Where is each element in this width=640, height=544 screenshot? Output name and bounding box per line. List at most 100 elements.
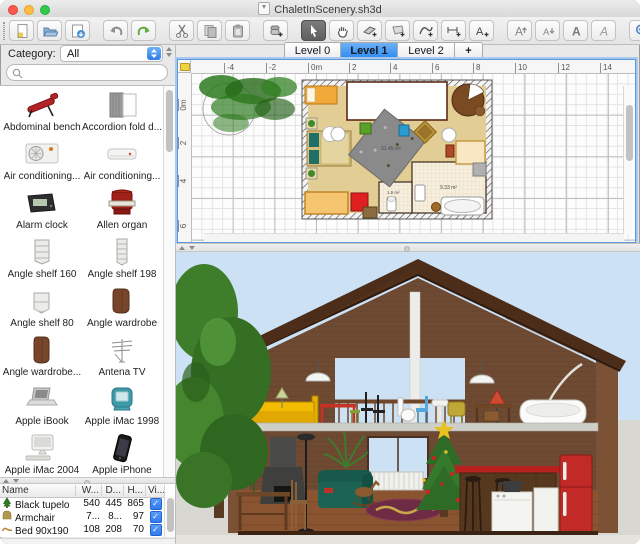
paste-button[interactable] — [225, 20, 250, 41]
enlarge-text-button[interactable]: A — [507, 20, 532, 41]
search-field[interactable] — [6, 64, 168, 81]
zoom-in-button[interactable] — [629, 20, 640, 41]
pan-tool-button[interactable] — [329, 20, 354, 41]
category-select[interactable]: All — [60, 45, 163, 62]
create-dimensions-button[interactable] — [441, 20, 466, 41]
create-walls-button[interactable] — [357, 20, 382, 41]
floor-plan-drawing: 31.45 m² 9.33 m² 1.9 m² — [191, 73, 624, 233]
floor-slab — [238, 423, 598, 431]
plan-canvas[interactable]: 31.45 m² 9.33 m² 1.9 m² — [191, 73, 635, 242]
3d-view[interactable] — [176, 252, 640, 544]
svg-text:A: A — [572, 24, 581, 38]
table-scrollbar-thumb[interactable] — [167, 498, 174, 532]
plan-indicator-icon — [180, 63, 190, 71]
table-row[interactable]: Black tupelo 540 445 865 ✓ — [0, 497, 165, 510]
splitter-up-icon[interactable] — [179, 246, 185, 250]
plan-view[interactable]: -4 -2 0m 2 4 6 8 10 12 14 0m 2 4 6 — [177, 59, 636, 243]
catalog-table-splitter[interactable] — [0, 477, 175, 484]
table-row[interactable]: Bed 90x190 108 208 70 ✓ — [0, 523, 165, 536]
col-visible[interactable]: Vi... — [146, 485, 165, 496]
cabinet — [534, 488, 558, 533]
cut-button[interactable] — [169, 20, 194, 41]
angle-shelf-icon — [20, 237, 64, 267]
catalog-item[interactable]: Air conditioning... — [82, 137, 162, 186]
angle-wardrobe-icon — [100, 286, 144, 316]
add-text-button[interactable]: A — [469, 20, 494, 41]
catalog-item[interactable]: Angle wardrobe — [82, 284, 162, 333]
title-bar: ChaletInScenery.sh3d — [0, 0, 640, 18]
catalog-scrollbar[interactable] — [163, 86, 175, 478]
new-document-button[interactable] — [9, 20, 34, 41]
save-button[interactable] — [65, 20, 90, 41]
catalog-item[interactable]: Angle shelf 198 — [82, 235, 162, 284]
app-window: ChaletInScenery.sh3d A — [0, 0, 640, 544]
reduce-text-button[interactable]: A — [535, 20, 560, 41]
visible-checkbox[interactable]: ✓ — [150, 524, 162, 536]
redo-button[interactable] — [131, 20, 156, 41]
level-tabs: Level 0 Level 1 Level 2 + — [284, 42, 483, 59]
plan-horizontal-scrollbar[interactable] — [204, 233, 624, 242]
table-row[interactable]: Armchair 7... 8... 97 ✓ — [0, 510, 165, 523]
toolbar-drag-handle[interactable] — [3, 22, 5, 40]
select-tool-button[interactable] — [301, 20, 326, 41]
crt-imac-icon — [100, 384, 144, 414]
tab-level-0[interactable]: Level 0 — [284, 42, 341, 59]
catalog-item[interactable]: Accordion fold d... — [82, 88, 162, 137]
splitter-up-icon[interactable] — [3, 479, 9, 483]
tab-level-1[interactable]: Level 1 — [341, 42, 398, 59]
organ-icon — [100, 188, 144, 218]
splitter-down-icon[interactable] — [13, 479, 19, 483]
undo-button[interactable] — [103, 20, 128, 41]
italic-icon: A — [596, 23, 612, 39]
catalog-item[interactable]: Angle wardrobe... — [2, 333, 82, 382]
plan-bathtub — [441, 197, 484, 215]
plan-scrollbar[interactable] — [623, 86, 635, 234]
col-depth[interactable]: D... — [102, 485, 124, 496]
plan-3d-splitter[interactable] — [176, 243, 640, 252]
create-rooms-button[interactable] — [385, 20, 410, 41]
catalog-item[interactable]: Air conditioning... — [2, 137, 82, 186]
catalog-item[interactable]: Apple iMac 1998 — [82, 382, 162, 431]
add-furniture-icon — [268, 23, 284, 39]
italic-button[interactable]: A — [591, 20, 616, 41]
svg-text:A: A — [599, 24, 608, 38]
tab-level-2[interactable]: Level 2 — [398, 42, 455, 59]
category-row: Category: All — [0, 45, 175, 63]
table-scrollbar[interactable] — [164, 497, 175, 537]
catalog-item[interactable]: Apple iPhone — [82, 431, 162, 479]
catalog-scrollbar-thumb[interactable] — [166, 90, 173, 152]
svg-text:A: A — [515, 24, 523, 38]
open-button[interactable] — [37, 20, 62, 41]
catalog-item[interactable]: Antena TV — [82, 333, 162, 382]
svg-text:A: A — [543, 27, 550, 38]
bold-button[interactable]: A — [563, 20, 588, 41]
plan-scrollbar-thumb[interactable] — [626, 105, 633, 161]
fridge — [560, 455, 592, 533]
catalog-item[interactable]: Abdominal bench — [2, 88, 82, 137]
col-width[interactable]: W... — [76, 485, 102, 496]
accordion-door-icon — [100, 90, 144, 120]
catalog-item[interactable]: Angle shelf 160 — [2, 235, 82, 284]
add-level-tab[interactable]: + — [455, 42, 483, 59]
add-furniture-button[interactable] — [263, 20, 288, 41]
pane-collapse-arrows[interactable] — [166, 45, 174, 61]
catalog-item[interactable]: Alarm clock — [2, 186, 82, 235]
visible-checkbox[interactable]: ✓ — [150, 498, 162, 510]
copy-icon — [202, 23, 218, 39]
visible-checkbox[interactable]: ✓ — [150, 511, 162, 523]
catalog-item[interactable]: Apple iMac 2004 — [2, 431, 82, 479]
plan-tree — [199, 75, 297, 135]
table-horizontal-scrollbar[interactable] — [0, 538, 175, 544]
col-name[interactable]: Name — [0, 485, 76, 496]
splitter-down-icon[interactable] — [189, 246, 195, 250]
undo-icon — [108, 23, 124, 39]
copy-button[interactable] — [197, 20, 222, 41]
col-height[interactable]: H... — [124, 485, 146, 496]
plan-house[interactable]: 31.45 m² 9.33 m² 1.9 m² — [302, 80, 492, 219]
catalog-item[interactable]: Allen organ — [82, 186, 162, 235]
create-polylines-button[interactable] — [413, 20, 438, 41]
search-icon — [12, 68, 23, 79]
catalog-item[interactable]: Angle shelf 80 — [2, 284, 82, 333]
catalog-item[interactable]: Apple iBook — [2, 382, 82, 431]
select-stepper-icon — [147, 47, 161, 60]
